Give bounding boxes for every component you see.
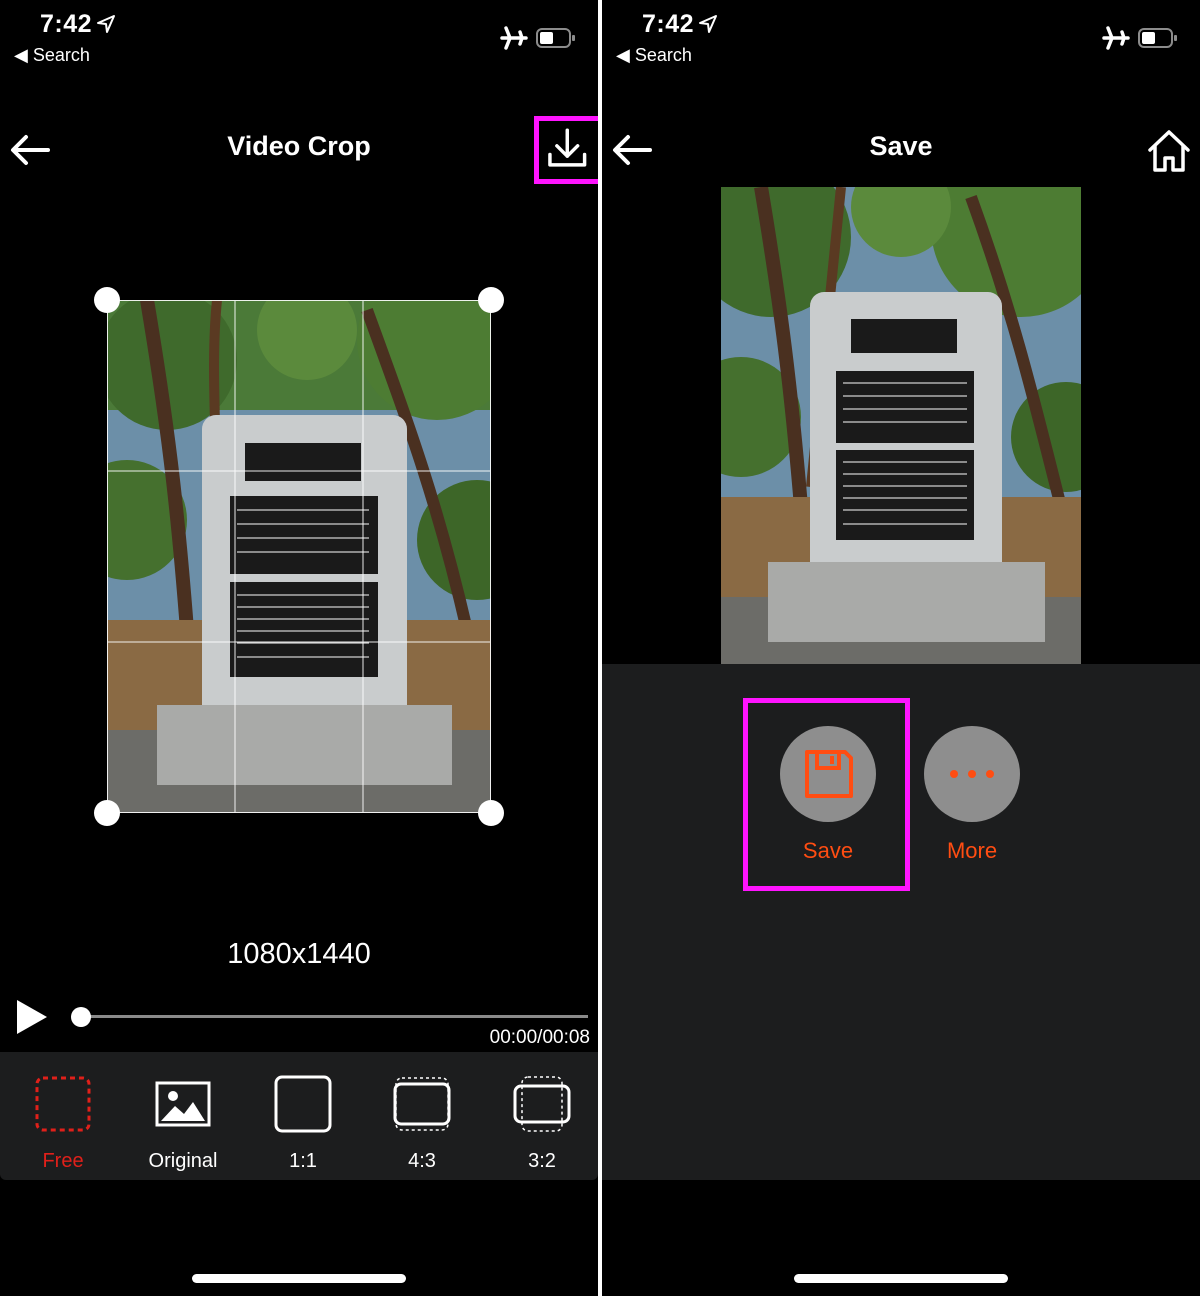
back-triangle-icon: ◀ <box>14 45 28 65</box>
ratio-label: 1:1 <box>289 1150 317 1172</box>
status-time: 7:42 <box>40 10 93 38</box>
ratio-option-4-3[interactable]: 4:3 <box>367 1052 477 1180</box>
location-arrow-icon <box>699 15 717 33</box>
back-search-label: Search <box>32 45 90 65</box>
battery-icon <box>1138 28 1177 48</box>
square-icon <box>274 1075 332 1133</box>
home-indicator[interactable] <box>794 1274 1008 1283</box>
save-screen: 7:42 ◀ Search Save Save More <box>602 0 1200 1296</box>
back-to-search-link[interactable]: ◀ Search <box>14 45 90 66</box>
ratio-option-original[interactable]: Original <box>128 1052 238 1180</box>
aspect-ratio-toolbar: Free Original 1:1 4:3 3:2 <box>0 1052 598 1180</box>
airplane-mode-icon <box>500 26 528 50</box>
crop-handle-bottom-right[interactable] <box>478 800 504 826</box>
back-triangle-icon: ◀ <box>616 45 630 65</box>
ratio-label: Original <box>148 1150 218 1172</box>
ratio-label: 4:3 <box>408 1150 436 1172</box>
ratio-option-3-2[interactable]: 3:2 <box>487 1052 597 1180</box>
ratio-4-3-icon <box>393 1077 451 1131</box>
home-icon[interactable] <box>1146 128 1192 174</box>
monument-photo <box>107 300 491 813</box>
crop-handle-top-right[interactable] <box>478 287 504 313</box>
playback-time: 00:00/00:08 <box>489 1027 590 1048</box>
ratio-label: Free <box>42 1150 84 1172</box>
playback-scrubber-track[interactable] <box>80 1015 588 1018</box>
dashed-square-icon <box>35 1076 91 1132</box>
export-download-button[interactable] <box>534 116 598 184</box>
more-button-label: More <box>946 838 998 863</box>
monument-photo <box>721 187 1081 665</box>
ratio-label: 3:2 <box>528 1150 556 1172</box>
back-search-label: Search <box>634 45 692 65</box>
download-icon <box>548 128 587 167</box>
playback-scrubber-thumb[interactable] <box>71 1007 91 1027</box>
page-title: Video Crop <box>227 131 371 161</box>
ratio-3-2-icon <box>513 1076 571 1132</box>
video-frame-preview <box>107 300 491 813</box>
battery-icon <box>536 28 575 48</box>
crop-handle-top-left[interactable] <box>94 287 120 313</box>
location-arrow-icon <box>97 15 115 33</box>
exported-video-preview <box>721 187 1081 665</box>
back-to-search-link[interactable]: ◀ Search <box>616 45 692 66</box>
image-icon <box>155 1081 211 1127</box>
status-time: 7:42 <box>642 10 695 38</box>
save-highlight-frame <box>743 698 910 891</box>
page-title: Save <box>869 131 933 161</box>
more-button[interactable] <box>924 726 1020 822</box>
video-crop-screen: 7:42 ◀ Search Video Crop 1080x1440 00:00… <box>0 0 598 1296</box>
more-dots-icon <box>950 770 994 778</box>
ratio-option-free[interactable]: Free <box>8 1052 118 1180</box>
ratio-option-1-1[interactable]: 1:1 <box>248 1052 358 1180</box>
airplane-mode-icon <box>1102 26 1130 50</box>
crop-handle-bottom-left[interactable] <box>94 800 120 826</box>
resolution-label: 1080x1440 <box>227 938 371 970</box>
home-indicator[interactable] <box>192 1274 406 1283</box>
play-button[interactable] <box>14 998 50 1036</box>
